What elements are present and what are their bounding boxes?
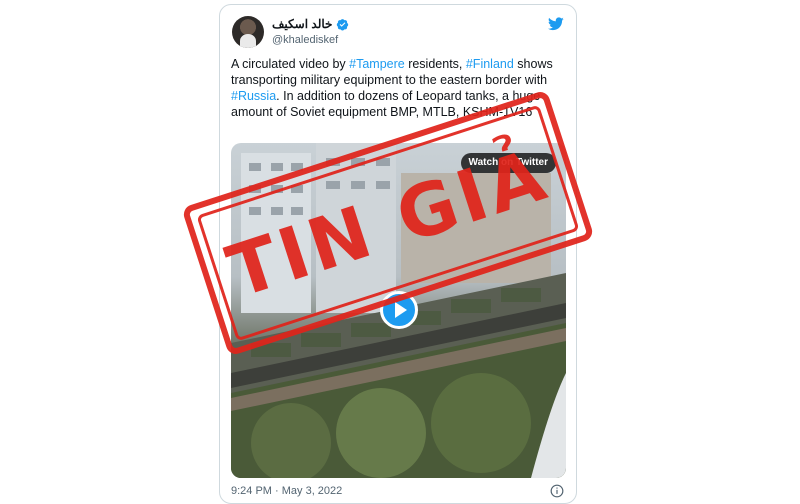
- tweet-text-segment: residents,: [404, 57, 466, 71]
- verified-badge-icon: [337, 18, 349, 30]
- tweet-text-segment: . In addition to dozens of Leopard tanks…: [231, 89, 541, 119]
- tweet-text-segment: A circulated video by: [231, 57, 350, 71]
- tweet-card[interactable]: خالد اسكيف @khalediskef A circulated vid…: [219, 4, 577, 504]
- hashtag-link-finland[interactable]: #Finland: [466, 57, 514, 71]
- author-row: خالد اسكيف: [272, 17, 349, 31]
- handle[interactable]: @khalediskef: [272, 34, 338, 46]
- twitter-bird-icon[interactable]: [548, 17, 564, 31]
- avatar[interactable]: [232, 16, 264, 48]
- hashtag-link-tampere[interactable]: #Tampere: [349, 57, 405, 71]
- play-icon[interactable]: [380, 291, 418, 329]
- hashtag-link-russia[interactable]: #Russia: [231, 89, 276, 103]
- tweet-text: A circulated video by #Tampere residents…: [231, 56, 567, 120]
- video-thumbnail[interactable]: Watch on Twitter: [231, 143, 566, 478]
- tweet-timestamp[interactable]: 9:24 PM · May 3, 2022: [231, 485, 342, 497]
- info-icon[interactable]: [550, 484, 564, 498]
- display-name[interactable]: خالد اسكيف: [272, 17, 332, 31]
- watch-on-twitter-button[interactable]: Watch on Twitter: [460, 153, 556, 173]
